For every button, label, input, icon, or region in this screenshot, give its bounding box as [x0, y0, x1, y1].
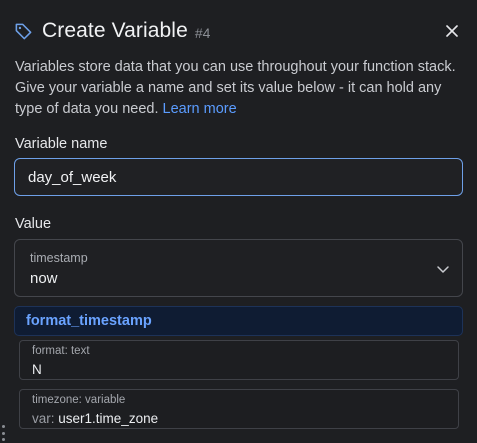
drag-handle-icon[interactable]	[2, 425, 6, 441]
panel-header: Create Variable #4	[14, 16, 463, 46]
description: Variables store data that you can use th…	[15, 57, 465, 120]
variable-name-label: Variable name	[15, 136, 108, 152]
param-prefix: var:	[32, 411, 55, 426]
param-value-text: user1.time_zone	[58, 411, 159, 426]
value-type-label: timestamp	[30, 251, 88, 265]
param-label: timezone: variable	[32, 394, 126, 406]
close-button[interactable]	[441, 20, 463, 42]
step-number: #4	[194, 25, 211, 41]
param-value: N	[32, 362, 42, 377]
page-title: Create Variable	[42, 19, 188, 42]
create-variable-panel: Create Variable #4 Variables store data …	[0, 0, 477, 443]
close-icon	[446, 25, 458, 37]
chevron-down-icon	[437, 266, 449, 273]
filter-name: format_timestamp	[26, 313, 152, 329]
filter-param-timezone[interactable]: timezone: variable var: user1.time_zone	[19, 389, 459, 429]
value-label: Value	[15, 216, 52, 232]
value-select[interactable]: timestamp now	[14, 239, 463, 297]
param-value: var: user1.time_zone	[32, 411, 158, 426]
value-selected: now	[30, 270, 58, 287]
param-value-text: N	[32, 362, 42, 377]
filter-param-format[interactable]: format: text N	[19, 340, 459, 380]
variable-name-value: day_of_week	[28, 168, 117, 186]
param-label: format: text	[32, 345, 90, 357]
filter-header[interactable]: format_timestamp	[14, 306, 463, 336]
learn-more-link[interactable]: Learn more	[163, 101, 237, 117]
tag-icon	[14, 21, 34, 41]
variable-name-input[interactable]: day_of_week	[14, 158, 463, 196]
